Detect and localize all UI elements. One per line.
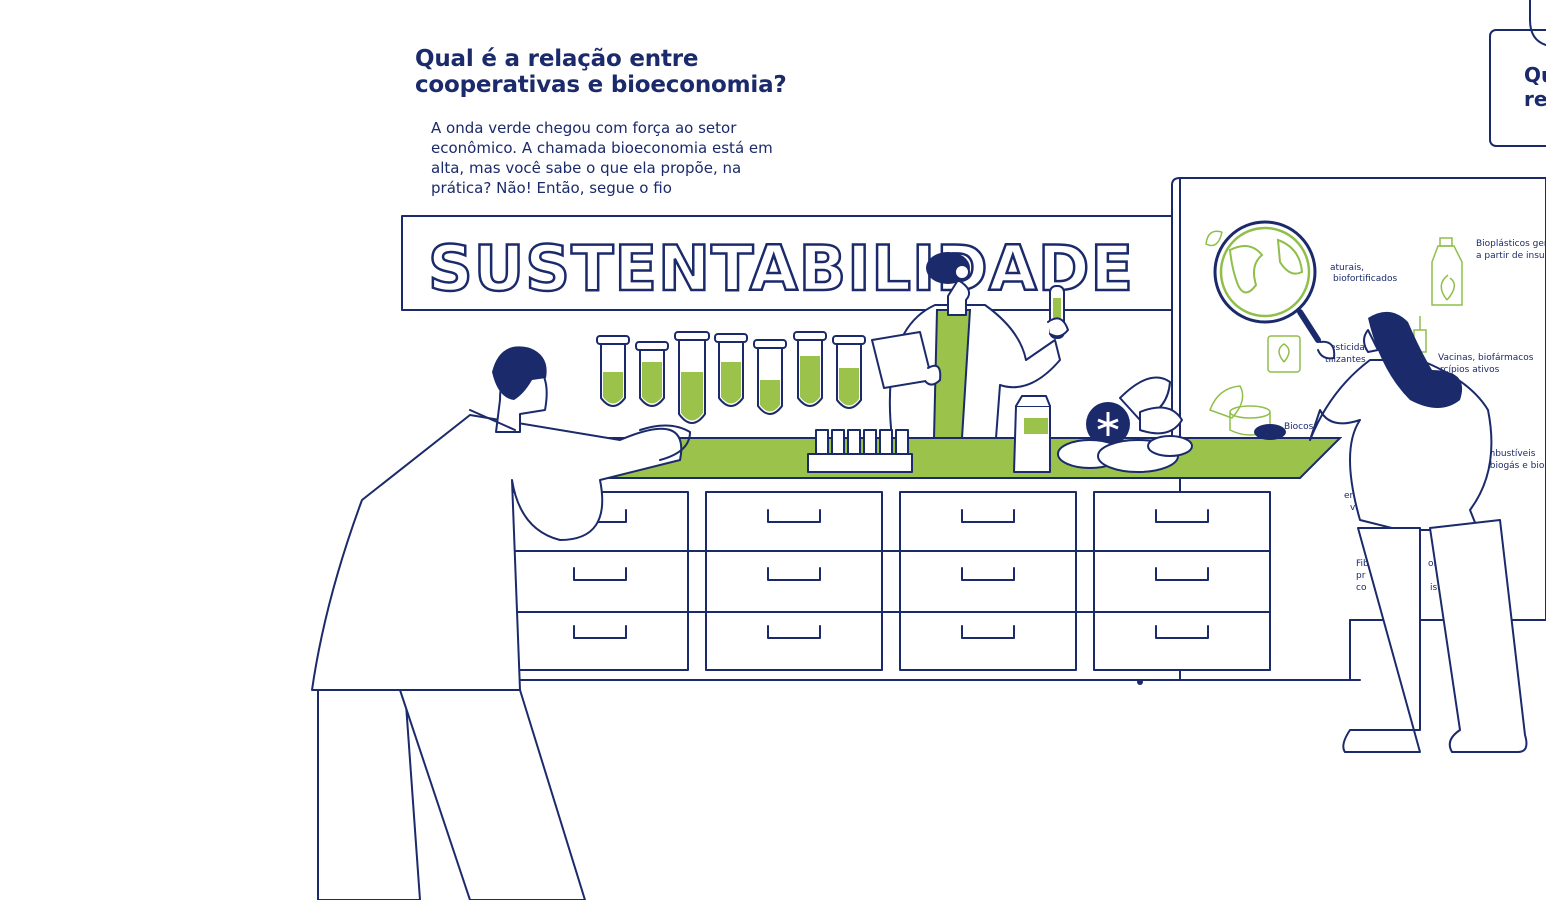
milk-carton-icon bbox=[1013, 395, 1051, 473]
label-fibras-5: is bbox=[1430, 583, 1438, 593]
test-tube-rack-icon bbox=[807, 429, 913, 473]
next-card-line-2: re bbox=[1524, 87, 1546, 111]
banner-word: SUSTENTABILIDADE bbox=[428, 232, 1134, 305]
label-fibras-3: co bbox=[1356, 583, 1367, 593]
label-bioplasticos-1: Bioplásticos gerac bbox=[1476, 239, 1546, 249]
lab-counter bbox=[499, 437, 1361, 685]
test-tubes bbox=[596, 331, 866, 424]
label-alimentos-2: biofortificados bbox=[1333, 274, 1397, 284]
label-bioplasticos-2: a partir de insumo bbox=[1476, 251, 1546, 261]
label-biocos: Biocos bbox=[1284, 422, 1314, 432]
next-card-line-1: Qu bbox=[1524, 63, 1546, 87]
label-vacinas-1: Vacinas, biofármacos bbox=[1438, 353, 1534, 363]
label-alimentos-1: aturais, bbox=[1330, 263, 1364, 273]
next-slide-card[interactable]: Qu re bbox=[1489, 0, 1546, 147]
label-fibras-2: pr bbox=[1356, 571, 1366, 581]
laboratory-illustration: Qu re aturais, biofortificados Bioplásti… bbox=[311, 0, 1546, 900]
